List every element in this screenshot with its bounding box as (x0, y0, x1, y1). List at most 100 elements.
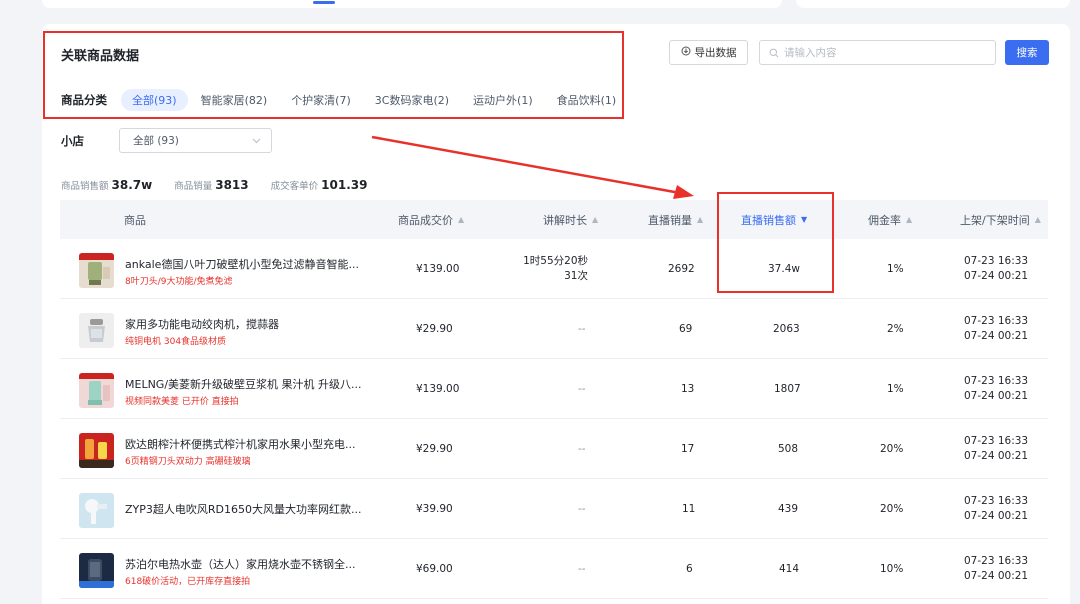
top-card (42, 0, 782, 8)
header-shelf-time[interactable]: 上架/下架时间 ▲︎ (960, 200, 1041, 239)
live-sales-cell: 6 (686, 563, 693, 575)
live-sales-cell: 13 (681, 383, 695, 395)
table-header: 商品 商品成交价 ▲︎ 讲解时长 ▲︎ 直播销量 ▲︎ 直播销售额 ▼︎ 佣金率 ▲︎ 上… (60, 200, 1048, 239)
sort-icon: ▲︎ (1034, 215, 1041, 224)
live-sales-cell: 69 (679, 323, 693, 335)
sort-icon: ▲︎ (697, 215, 704, 224)
category-label: 商品分类 (61, 93, 107, 107)
product-name[interactable]: 家用多功能电动绞肉机，搅蒜器 (125, 316, 365, 332)
shop-select[interactable]: 全部 (93) (119, 128, 272, 153)
table-row[interactable]: ZYP3超人电吹风RD1650大风量大功率网红款... ¥39.90 -- 11… (60, 479, 1048, 539)
shelf-time-cell: 07-23 16:33 07-24 00:21 (964, 555, 1029, 582)
product-tag: 618破价活动，已开库存直接拍 (125, 577, 251, 587)
commission-cell: 20% (880, 503, 904, 515)
category-chip-smart-home[interactable]: 智能家居(82) (190, 89, 279, 111)
product-name[interactable]: ZYP3超人电吹风RD1650大风量大功率网红款... (125, 501, 365, 517)
category-chip-all[interactable]: 全部(93) (121, 89, 188, 111)
live-sales-cell: 11 (682, 503, 696, 515)
header-live-sales[interactable]: 直播销量 ▲︎ (648, 200, 703, 239)
table-row[interactable]: ankale德国八叶刀破壁机小型免过滤静音智能... 8叶刀头/9大功能/免煮免… (60, 239, 1048, 299)
sort-icon: ▲︎ (458, 215, 465, 224)
shelf-time-cell: 07-23 16:33 07-24 00:21 (964, 435, 1029, 462)
shelf-time-cell: 07-23 16:33 07-24 00:21 (964, 315, 1029, 342)
product-name[interactable]: MELNG/美菱新升级破壁豆浆机 果汁机 升级八... (125, 376, 365, 392)
header-price[interactable]: 商品成交价 ▲︎ (398, 200, 464, 239)
shelf-time-cell: 07-23 16:33 07-24 00:21 (964, 495, 1029, 522)
sales-count-value: 3813 (215, 178, 249, 192)
tab-indicator (313, 1, 335, 4)
unit-price-label: 成交客单价 (270, 181, 319, 192)
shop-label: 小店 (61, 134, 84, 148)
live-amount-cell: 508 (778, 443, 799, 455)
category-chip-food[interactable]: 食品饮料(1) (546, 89, 628, 111)
duration-cell: -- (578, 503, 586, 515)
header-live-amount[interactable]: 直播销售额 ▼︎ (741, 200, 807, 239)
product-thumbnail (79, 553, 114, 588)
download-icon (681, 46, 691, 59)
price-cell: ¥139.00 (416, 383, 460, 395)
section-title: 关联商品数据 (61, 49, 140, 64)
product-thumbnail (79, 313, 114, 348)
sort-icon: ▼︎ (801, 215, 808, 224)
category-chip-3c[interactable]: 3C数码家电(2) (364, 89, 460, 111)
search-field[interactable] (759, 40, 996, 65)
commission-cell: 20% (880, 443, 904, 455)
product-thumbnail (79, 253, 114, 288)
header-duration[interactable]: 讲解时长 ▲︎ (543, 200, 598, 239)
price-cell: ¥29.90 (416, 323, 453, 335)
product-name[interactable]: 欧达朗榨汁杯便携式榨汁机家用水果小型充电... (125, 436, 365, 452)
summary-stats: 商品销售额 38.7w 商品销量 3813 成交客单价 101.39 (61, 178, 389, 192)
commission-cell: 10% (880, 563, 904, 575)
commission-cell: 2% (887, 323, 904, 335)
unit-price-value: 101.39 (321, 178, 368, 192)
sort-icon: ▲︎ (592, 215, 599, 224)
shelf-time-cell: 07-23 16:33 07-24 00:21 (964, 375, 1029, 402)
live-sales-cell: 2692 (668, 263, 695, 275)
top-card-right (796, 0, 1070, 8)
price-cell: ¥139.00 (416, 263, 460, 275)
sales-amount-label: 商品销售额 (61, 181, 109, 192)
export-button[interactable]: 导出数据 (669, 40, 748, 65)
search-icon (769, 43, 779, 62)
product-thumbnail (79, 373, 114, 408)
live-amount-cell: 37.4w (768, 263, 800, 275)
commission-cell: 1% (887, 383, 904, 395)
duration-cell: -- (578, 443, 586, 455)
product-tag: 纯铜电机 304食品级材质 (125, 337, 227, 347)
duration-cell: -- (578, 323, 586, 335)
product-name[interactable]: ankale德国八叶刀破壁机小型免过滤静音智能... (125, 256, 365, 272)
chevron-down-icon (252, 135, 261, 147)
duration-cell: -- (578, 383, 586, 395)
header-commission[interactable]: 佣金率 ▲︎ (868, 200, 912, 239)
sort-icon: ▲︎ (906, 215, 913, 224)
table-row[interactable]: 苏泊尔电热水壶（达人）家用烧水壶不锈钢全... 618破价活动，已开库存直接拍 … (60, 539, 1048, 599)
live-amount-cell: 2063 (773, 323, 800, 335)
search-button[interactable]: 搜索 (1005, 40, 1049, 65)
sales-amount-value: 38.7w (111, 178, 153, 192)
price-cell: ¥69.00 (416, 563, 453, 575)
live-amount-cell: 439 (778, 503, 799, 515)
table-row[interactable]: 欧达朗榨汁杯便携式榨汁机家用水果小型充电... 6页精钢刀头双动力 高硼硅玻璃 … (60, 419, 1048, 479)
category-chip-personal-care[interactable]: 个护家清(7) (280, 89, 362, 111)
category-chip-sports[interactable]: 运动户外(1) (462, 89, 544, 111)
duration-cell: 1时55分20秒 31次 (523, 255, 588, 282)
live-sales-cell: 17 (681, 443, 695, 455)
header-product: 商品 (124, 213, 146, 227)
product-thumbnail (79, 493, 114, 528)
live-amount-cell: 414 (779, 563, 800, 575)
product-tag: 8叶刀头/9大功能/免煮免滤 (125, 277, 233, 287)
product-tag: 视频同款美菱 已开价 直接拍 (125, 397, 239, 407)
table-row[interactable]: MELNG/美菱新升级破壁豆浆机 果汁机 升级八... 视频同款美菱 已开价 直… (60, 359, 1048, 419)
product-thumbnail (79, 433, 114, 468)
duration-cell: -- (578, 563, 586, 575)
live-amount-cell: 1807 (774, 383, 801, 395)
product-name[interactable]: 苏泊尔电热水壶（达人）家用烧水壶不锈钢全... (125, 556, 365, 572)
product-tag: 6页精钢刀头双动力 高硼硅玻璃 (125, 457, 251, 467)
search-input[interactable] (784, 46, 984, 59)
table-row[interactable]: 家用多功能电动绞肉机，搅蒜器 纯铜电机 304食品级材质 ¥29.90 -- 6… (60, 299, 1048, 359)
sales-count-label: 商品销量 (174, 181, 213, 192)
category-filter: 商品分类 全部(93) 智能家居(82) 个护家清(7) 3C数码家电(2) 运… (61, 89, 629, 111)
shop-select-value: 全部 (93) (133, 135, 179, 147)
price-cell: ¥39.90 (416, 503, 453, 515)
price-cell: ¥29.90 (416, 443, 453, 455)
